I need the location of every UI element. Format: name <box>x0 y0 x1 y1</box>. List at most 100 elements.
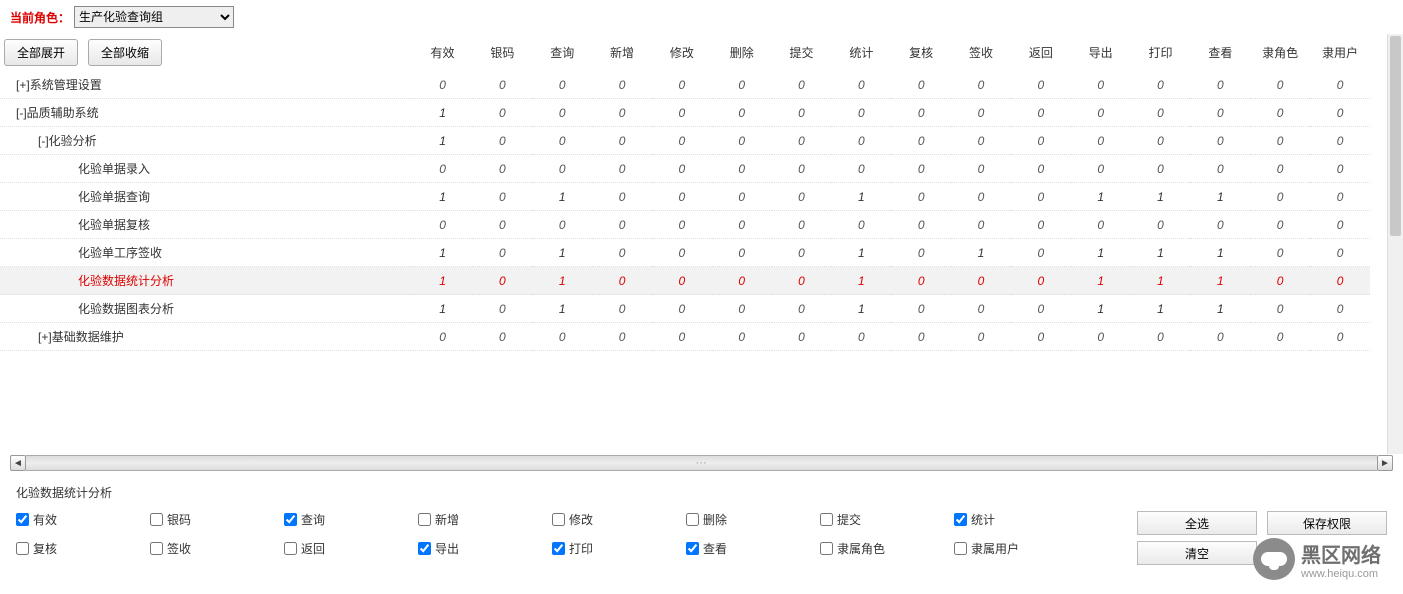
perm-cell[interactable]: 0 <box>1190 155 1250 183</box>
collapse-icon[interactable]: [-] <box>16 106 27 120</box>
perm-cell[interactable]: 0 <box>652 71 712 99</box>
perm-cell[interactable]: 0 <box>652 155 712 183</box>
perm-cell[interactable]: 0 <box>772 183 832 211</box>
table-row[interactable]: 化验单据录入0000000000000000 <box>0 155 1370 183</box>
table-row[interactable]: [-] 化验分析1000000000000000 <box>0 127 1370 155</box>
perm-cell[interactable]: 0 <box>652 267 712 295</box>
perm-cell[interactable]: 0 <box>1071 71 1131 99</box>
perm-cell[interactable]: 0 <box>1011 239 1071 267</box>
table-row[interactable]: [+] 基础数据维护0000000000000000 <box>0 323 1370 351</box>
perm-cell[interactable]: 0 <box>652 99 712 127</box>
save-button[interactable]: 保存权限 <box>1267 511 1387 535</box>
perm-cell[interactable]: 0 <box>472 323 532 351</box>
perm-cell[interactable]: 1 <box>1131 239 1191 267</box>
perm-cell[interactable]: 0 <box>951 183 1011 211</box>
perm-cell[interactable]: 0 <box>1011 267 1071 295</box>
perm-cell[interactable]: 0 <box>532 71 592 99</box>
perm-cell[interactable]: 0 <box>831 323 891 351</box>
perm-cell[interactable]: 0 <box>891 211 951 239</box>
perm-checkbox-item[interactable]: 银码 <box>150 511 280 528</box>
perm-cell[interactable]: 0 <box>772 323 832 351</box>
perm-cell[interactable]: 0 <box>532 99 592 127</box>
perm-cell[interactable]: 1 <box>1071 183 1131 211</box>
table-row[interactable]: 化验数据图表分析1010000100011100 <box>0 295 1370 323</box>
expand-icon[interactable]: [+] <box>16 78 30 92</box>
perm-cell[interactable]: 0 <box>472 183 532 211</box>
perm-cell[interactable]: 0 <box>413 155 473 183</box>
table-row[interactable]: 化验数据统计分析1010000100011100 <box>0 267 1370 295</box>
table-row[interactable]: [+] 系统管理设置0000000000000000 <box>0 71 1370 99</box>
perm-cell[interactable]: 0 <box>1131 71 1191 99</box>
perm-cell[interactable]: 0 <box>1310 295 1370 323</box>
perm-cell[interactable]: 0 <box>772 99 832 127</box>
perm-cell[interactable]: 0 <box>1011 71 1071 99</box>
perm-cell[interactable]: 0 <box>951 99 1011 127</box>
perm-cell[interactable]: 1 <box>413 127 473 155</box>
perm-cell[interactable]: 0 <box>652 323 712 351</box>
perm-cell[interactable]: 1 <box>1190 267 1250 295</box>
perm-checkbox[interactable] <box>552 513 565 526</box>
perm-cell[interactable]: 0 <box>891 295 951 323</box>
perm-cell[interactable]: 0 <box>772 211 832 239</box>
scroll-left-button[interactable]: ◄ <box>10 455 26 471</box>
perm-checkbox[interactable] <box>16 542 29 555</box>
horizontal-scrollbar[interactable]: ◄ ∙∙∙ ► <box>10 454 1393 472</box>
perm-cell[interactable]: 0 <box>831 71 891 99</box>
perm-cell[interactable]: 1 <box>1071 239 1131 267</box>
perm-checkbox-item[interactable]: 新增 <box>418 511 548 528</box>
perm-cell[interactable]: 0 <box>1190 323 1250 351</box>
perm-cell[interactable]: 0 <box>712 99 772 127</box>
perm-cell[interactable]: 0 <box>712 71 772 99</box>
perm-cell[interactable]: 0 <box>1071 155 1131 183</box>
expand-icon[interactable]: [+] <box>38 330 52 344</box>
perm-cell[interactable]: 0 <box>1131 127 1191 155</box>
perm-checkbox[interactable] <box>418 513 431 526</box>
perm-checkbox-item[interactable]: 提交 <box>820 511 950 528</box>
perm-cell[interactable]: 0 <box>532 127 592 155</box>
perm-cell[interactable]: 1 <box>1131 267 1191 295</box>
perm-checkbox[interactable] <box>954 542 967 555</box>
perm-cell[interactable]: 1 <box>413 295 473 323</box>
perm-cell[interactable]: 0 <box>1250 239 1310 267</box>
perm-cell[interactable]: 0 <box>1250 295 1310 323</box>
perm-cell[interactable]: 0 <box>772 71 832 99</box>
perm-cell[interactable]: 0 <box>1071 323 1131 351</box>
perm-checkbox-item[interactable]: 隶属用户 <box>954 540 1084 557</box>
perm-cell[interactable]: 0 <box>592 71 652 99</box>
perm-checkbox[interactable] <box>16 513 29 526</box>
perm-cell[interactable]: 0 <box>1250 323 1310 351</box>
perm-cell[interactable]: 0 <box>951 155 1011 183</box>
perm-cell[interactable]: 1 <box>1190 183 1250 211</box>
perm-checkbox[interactable] <box>552 542 565 555</box>
perm-cell[interactable]: 0 <box>951 211 1011 239</box>
perm-cell[interactable]: 0 <box>652 295 712 323</box>
perm-cell[interactable]: 1 <box>413 183 473 211</box>
perm-cell[interactable]: 0 <box>712 295 772 323</box>
scroll-track[interactable]: ∙∙∙ <box>26 455 1377 471</box>
perm-cell[interactable]: 0 <box>1250 99 1310 127</box>
perm-cell[interactable]: 0 <box>413 323 473 351</box>
perm-cell[interactable]: 0 <box>1250 71 1310 99</box>
perm-cell[interactable]: 0 <box>831 155 891 183</box>
perm-cell[interactable]: 0 <box>831 211 891 239</box>
table-row[interactable]: [-] 品质辅助系统1000000000000000 <box>0 99 1370 127</box>
vertical-scrollbar[interactable] <box>1387 34 1403 454</box>
perm-cell[interactable]: 0 <box>772 155 832 183</box>
perm-cell[interactable]: 0 <box>413 211 473 239</box>
table-row[interactable]: 化验单据复核0000000000000000 <box>0 211 1370 239</box>
perm-cell[interactable]: 0 <box>831 127 891 155</box>
perm-cell[interactable]: 0 <box>1071 211 1131 239</box>
perm-cell[interactable]: 0 <box>951 323 1011 351</box>
perm-cell[interactable]: 1 <box>831 239 891 267</box>
perm-checkbox[interactable] <box>954 513 967 526</box>
perm-cell[interactable]: 1 <box>1071 267 1131 295</box>
perm-cell[interactable]: 0 <box>592 295 652 323</box>
perm-cell[interactable]: 0 <box>1011 183 1071 211</box>
perm-cell[interactable]: 1 <box>831 267 891 295</box>
perm-cell[interactable]: 0 <box>532 211 592 239</box>
perm-cell[interactable]: 0 <box>1131 211 1191 239</box>
perm-cell[interactable]: 0 <box>891 239 951 267</box>
perm-cell[interactable]: 1 <box>532 267 592 295</box>
perm-checkbox-item[interactable]: 查询 <box>284 511 414 528</box>
perm-cell[interactable]: 0 <box>712 211 772 239</box>
